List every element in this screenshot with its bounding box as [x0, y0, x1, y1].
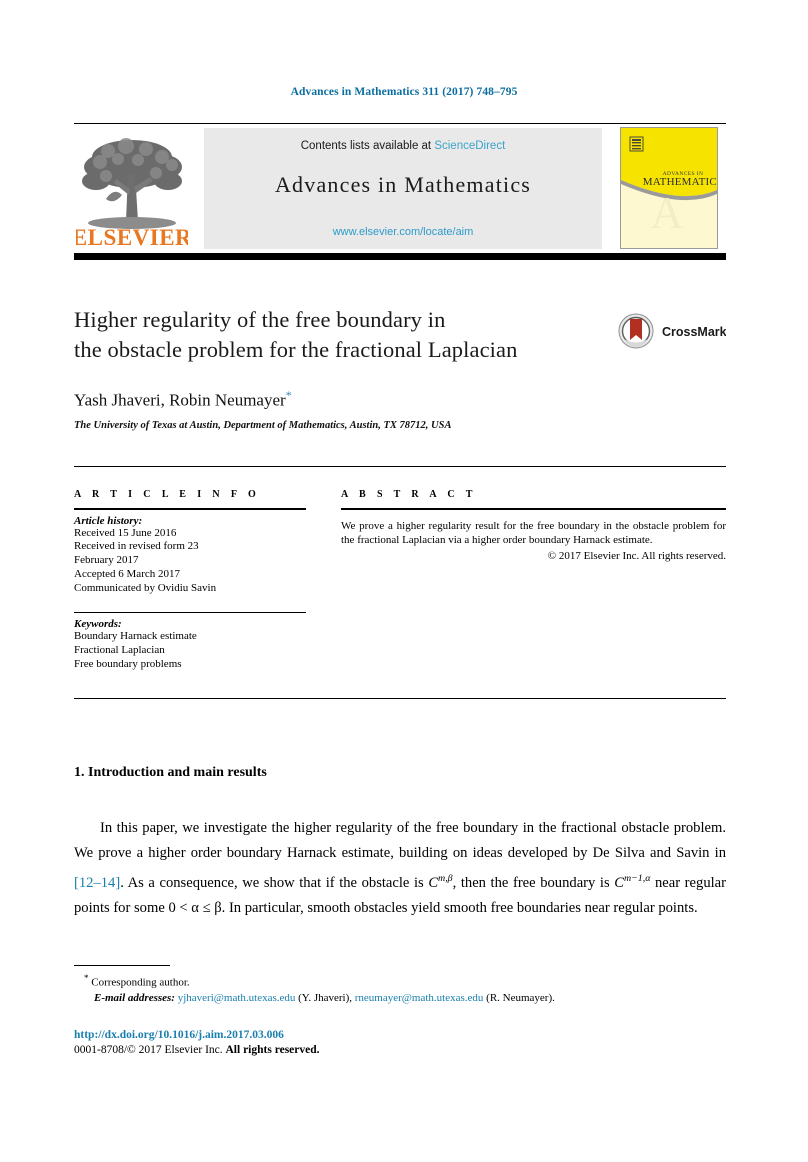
- math-c-m-beta: Cm,β: [428, 873, 453, 891]
- crossmark-label: CrossMark: [662, 325, 726, 339]
- journal-band: Contents lists available at ScienceDirec…: [204, 128, 602, 249]
- author-list: Yash Jhaveri, Robin Neumayer*: [74, 388, 292, 411]
- section-heading: 1. Introduction and main results: [74, 765, 267, 780]
- running-head: Advances in Mathematics 311 (2017) 748–7…: [290, 86, 518, 98]
- journal-homepage-link[interactable]: www.elsevier.com/locate/aim: [204, 226, 602, 238]
- contents-available-line: Contents lists available at ScienceDirec…: [204, 140, 602, 152]
- history-item: Received 15 June 2016: [74, 526, 177, 539]
- paragraph-text-part-3: , then the free boundary is: [452, 874, 615, 891]
- title-block: Higher regularity of the free boundary i…: [74, 305, 726, 365]
- math-c-m-minus-1-alpha: Cm−1,α: [614, 873, 651, 891]
- article-first-page: Advances in Mathematics 311 (2017) 748–7…: [0, 0, 808, 1162]
- journal-title: Advances in Mathematics: [274, 172, 532, 197]
- history-item: Accepted 6 March 2017: [74, 567, 180, 580]
- email-label: E-mail addresses:: [94, 991, 175, 1004]
- abstract-text: We prove a higher regularity result for …: [341, 519, 726, 547]
- keyword-item: Boundary Harnack estimate: [74, 630, 197, 643]
- page-title: Higher regularity of the free boundary i…: [74, 305, 594, 365]
- email-link-neumayer[interactable]: rneumayer@math.utexas.edu: [355, 992, 484, 1004]
- sciencedirect-link[interactable]: ScienceDirect: [434, 140, 505, 152]
- crossmark-badge[interactable]: CrossMark: [618, 313, 726, 349]
- affiliation: The University of Texas at Austin, Depar…: [74, 419, 554, 433]
- keyword-item: Free boundary problems: [74, 657, 182, 670]
- corresponding-marker: *: [84, 973, 89, 983]
- title-line-2: the obstacle problem for the fractional …: [74, 337, 518, 362]
- journal-masthead: ELSEVIER Contents lists available at Sci…: [74, 123, 726, 251]
- abstract-column: A B S T R A C T We prove a higher regula…: [341, 489, 726, 562]
- cover-title: MATHEMATICS: [643, 176, 717, 188]
- article-info-heading: A R T I C L E I N F O: [74, 489, 261, 500]
- abstract-heading: A B S T R A C T: [341, 489, 477, 500]
- keyword-item: Fractional Laplacian: [74, 643, 165, 656]
- intro-paragraph: In this paper, we investigate the higher…: [74, 816, 726, 921]
- contents-prefix: Contents lists available at: [300, 140, 435, 152]
- keywords-block: Keywords: Boundary Harnack estimate Frac…: [74, 611, 306, 672]
- paragraph-text-part-1: In this paper, we investigate the higher…: [74, 820, 726, 861]
- elsevier-logo: ELSEVIER: [76, 129, 188, 249]
- rights-reserved: All rights reserved.: [225, 1044, 320, 1056]
- email-addresses-note: E-mail addresses: yjhaveri@math.utexas.e…: [74, 991, 726, 1006]
- history-item: Received in revised form 23: [74, 540, 199, 553]
- info-rule: [74, 508, 306, 510]
- corresponding-text: Corresponding author.: [91, 976, 190, 989]
- doi-link[interactable]: http://dx.doi.org/10.1016/j.aim.2017.03.…: [74, 1029, 284, 1041]
- history-item: February 2017: [74, 554, 139, 567]
- author-footnote-marker[interactable]: *: [286, 388, 292, 402]
- email-link-jhaveri[interactable]: yjhaveri@math.utexas.edu: [178, 992, 296, 1004]
- divider-above-info: [74, 466, 726, 467]
- affiliation-line-1: The University of Texas at Austin, Depar…: [74, 420, 397, 431]
- footnote-rule: [74, 965, 170, 966]
- affiliation-line-2: 78712, USA: [399, 420, 452, 431]
- history-item: Communicated by Ovidiu Savin: [74, 581, 217, 594]
- citation-link[interactable]: [12–14]: [74, 875, 120, 891]
- issn-copyright-prefix: 0001-8708/© 2017 Elsevier Inc.: [74, 1044, 226, 1056]
- paragraph-text-part-2: . As a consequence, we show that if the …: [120, 874, 429, 891]
- email-owner-1: (Y. Jhaveri),: [298, 991, 353, 1004]
- authors-names: Yash Jhaveri, Robin Neumayer: [74, 390, 286, 410]
- title-line-1: Higher regularity of the free boundary i…: [74, 307, 446, 332]
- email-owner-2: (R. Neumayer).: [486, 991, 555, 1004]
- corresponding-author-note: * Corresponding author.: [74, 971, 726, 991]
- keywords-label: Keywords:: [74, 618, 122, 631]
- article-history-label: Article history:: [74, 514, 143, 527]
- abstract-rule: [341, 508, 726, 510]
- article-info-column: A R T I C L E I N F O Article history: R…: [74, 489, 306, 672]
- journal-cover-thumbnail: A ADVANCES IN MATHEMATICS: [620, 127, 718, 249]
- svg-text:A: A: [650, 187, 683, 238]
- masthead-top-rule: [74, 123, 726, 124]
- keywords-rule: [74, 611, 306, 614]
- footnotes: * Corresponding author. E-mail addresses…: [74, 971, 726, 1006]
- divider-below-abstract: [74, 698, 726, 699]
- masthead-bottom-rule: [74, 253, 726, 260]
- svg-text:ELSEVIER: ELSEVIER: [76, 225, 188, 249]
- issn-copyright-line: 0001-8708/© 2017 Elsevier Inc. All right…: [74, 1044, 320, 1056]
- abstract-rights: © 2017 Elsevier Inc. All rights reserved…: [547, 549, 726, 562]
